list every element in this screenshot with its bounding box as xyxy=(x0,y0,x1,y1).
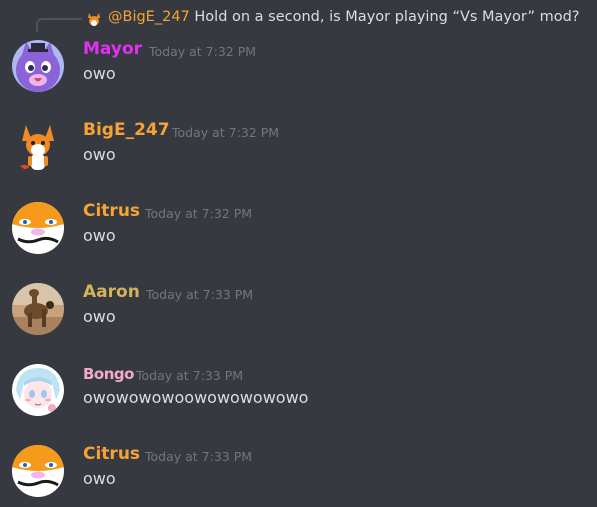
reply-connector-line xyxy=(36,18,82,32)
message-content: owo xyxy=(83,64,116,83)
message-timestamp: Today at 7:33 PM xyxy=(136,368,244,383)
chat-message-list: @BigE_247 Hold on a second, is Mayor pla… xyxy=(0,0,597,507)
chat-message: Citrus Today at 7:33 PM owo xyxy=(0,444,597,507)
message-timestamp: Today at 7:32 PM xyxy=(149,44,257,59)
message-content: owo xyxy=(83,145,116,164)
message-timestamp: Today at 7:33 PM xyxy=(146,287,254,302)
message-timestamp: Today at 7:32 PM xyxy=(145,206,253,221)
reply-message-text: Hold on a second, is Mayor playing “Vs M… xyxy=(194,9,580,25)
message-author[interactable]: Aaron xyxy=(83,282,140,302)
chat-message: Aaron Today at 7:33 PM owo xyxy=(0,282,597,347)
camel-desert-avatar[interactable] xyxy=(12,283,64,335)
chat-message: BigE_247 Today at 7:32 PM owo xyxy=(0,120,597,185)
reply-author-mention[interactable]: @BigE_247 xyxy=(108,9,190,25)
anime-girl-avatar[interactable] xyxy=(12,364,64,416)
message-timestamp: Today at 7:33 PM xyxy=(145,449,253,464)
message-timestamp: Today at 7:32 PM xyxy=(172,125,280,140)
chat-message: Bongo Today at 7:33 PM owowowowoowowowow… xyxy=(0,364,597,428)
reply-reference[interactable]: @BigE_247 Hold on a second, is Mayor pla… xyxy=(0,0,597,36)
orange-fox-avatar[interactable] xyxy=(12,121,64,173)
reply-preview[interactable]: @BigE_247 Hold on a second, is Mayor pla… xyxy=(108,9,579,25)
message-author[interactable]: Bongo xyxy=(83,365,134,383)
message-content: owo xyxy=(83,469,116,488)
message-author[interactable]: Citrus xyxy=(83,201,140,221)
message-content: owo xyxy=(83,307,116,326)
message-author[interactable]: BigE_247 xyxy=(83,120,170,140)
message-author[interactable]: Mayor xyxy=(83,39,142,59)
message-author[interactable]: Citrus xyxy=(83,444,140,464)
message-content: owowowowoowowowowowo xyxy=(83,388,309,407)
purple-cat-avatar[interactable] xyxy=(12,40,64,92)
message-content: owo xyxy=(83,226,116,245)
orange-face-avatar[interactable] xyxy=(12,202,64,254)
reply-avatar[interactable] xyxy=(86,11,102,27)
chat-message: Mayor Today at 7:32 PM owo xyxy=(0,39,597,104)
chat-message: Citrus Today at 7:32 PM owo xyxy=(0,201,597,266)
orange-face-avatar[interactable] xyxy=(12,445,64,497)
